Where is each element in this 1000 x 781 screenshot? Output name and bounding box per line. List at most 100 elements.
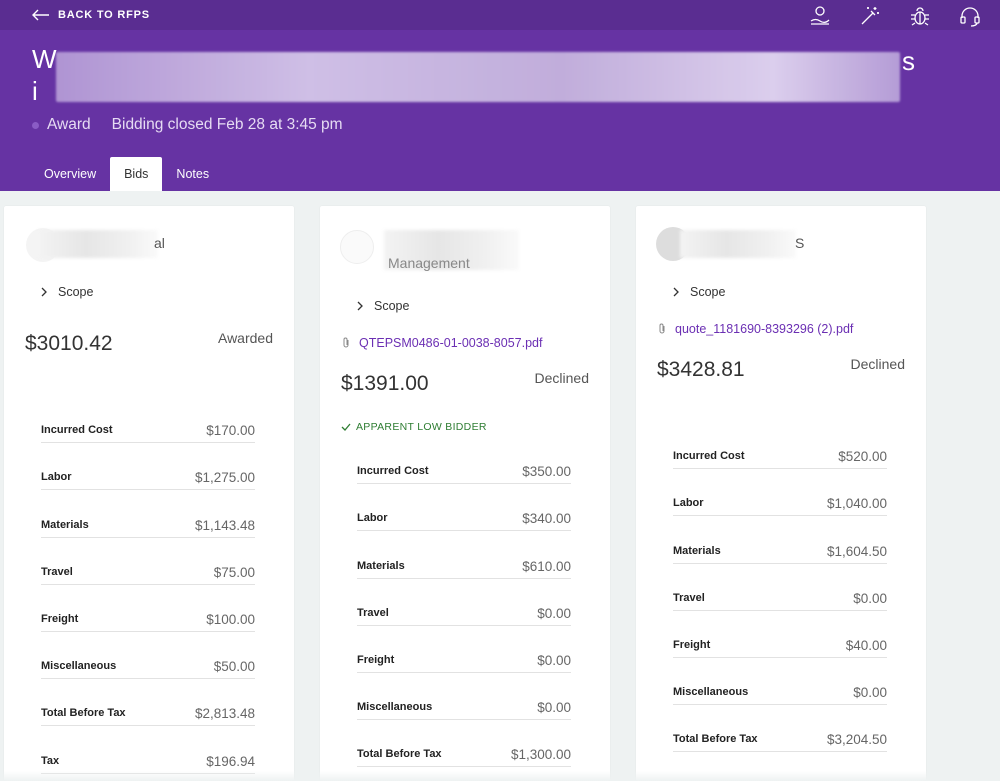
- rfp-header: W i s Award Bidding closed Feb 28 at 3:4…: [0, 30, 1000, 191]
- rfp-status-line: Award Bidding closed Feb 28 at 3:45 pm: [32, 116, 343, 134]
- cost-value: $50.00: [213, 659, 255, 675]
- arrow-left-icon: [32, 9, 49, 21]
- cost-label: Miscellaneous: [673, 686, 749, 699]
- bid-price: $1391.00: [341, 372, 429, 395]
- status-dot: [32, 121, 39, 129]
- cost-label: Freight: [41, 612, 79, 625]
- scope-toggle[interactable]: Scope: [356, 299, 409, 313]
- cost-value: $520.00: [838, 449, 887, 465]
- cost-value: $40.00: [845, 637, 887, 653]
- redacted-vendor-name: [38, 230, 158, 258]
- cost-value: $1,040.00: [826, 496, 887, 512]
- attachment-filename: quote_1181690-8393296 (2).pdf: [675, 322, 854, 336]
- cost-label: Labor: [41, 471, 72, 484]
- cost-breakdown: Incurred Cost $170.00 Labor $1,275.00 Mate…: [41, 396, 255, 774]
- title-fragment-second-line: i: [32, 76, 38, 106]
- paperclip-icon: [659, 323, 665, 334]
- headset-icon[interactable]: [958, 4, 982, 28]
- cost-value: $3,204.50: [826, 732, 887, 748]
- vendor-logo: [340, 230, 374, 264]
- cost-label: Incurred Cost: [357, 465, 429, 478]
- title-fragment-end: s: [902, 46, 915, 76]
- cost-row: Travel $75.00: [41, 538, 255, 585]
- cost-row: Miscellaneous $50.00: [41, 632, 255, 680]
- attachment-link[interactable]: quote_1181690-8393296 (2).pdf: [657, 322, 853, 336]
- cost-label: Incurred Cost: [673, 450, 745, 463]
- bid-status: Declined: [850, 356, 905, 372]
- cost-row: Incurred Cost $170.00: [41, 396, 255, 444]
- top-bar: BACK TO RFPS: [0, 0, 1000, 30]
- title-fragment-start: W: [32, 44, 57, 74]
- cost-label: Total Before Tax: [673, 733, 758, 746]
- vendor-name-fragment: al: [154, 235, 165, 251]
- bid-price: $3428.81: [657, 358, 745, 381]
- cost-row: Labor $1,275.00: [41, 443, 255, 491]
- cost-label: Travel: [673, 591, 705, 604]
- low-bidder-badge: APPARENT LOW BIDDER: [341, 421, 487, 433]
- scope-label: Scope: [58, 285, 94, 299]
- cost-label: Travel: [41, 565, 73, 578]
- scope-toggle[interactable]: Scope: [40, 285, 93, 299]
- status-label: Award: [47, 116, 91, 133]
- cost-row: Miscellaneous $0.00: [357, 673, 571, 721]
- back-label: BACK TO RFPS: [58, 9, 150, 21]
- low-bidder-label: APPARENT LOW BIDDER: [356, 421, 487, 433]
- cost-label: Total Before Tax: [41, 707, 126, 720]
- tab-bar: Overview Bids Notes: [30, 157, 223, 191]
- magic-wand-icon[interactable]: [858, 4, 882, 28]
- cost-row: Freight $40.00: [673, 611, 887, 658]
- vendor-name-fragment: Management: [388, 255, 470, 271]
- cost-row: Total Before Tax $1,300.00: [357, 720, 571, 768]
- cost-label: Materials: [41, 518, 89, 531]
- scope-toggle[interactable]: Scope: [672, 285, 725, 299]
- cost-value: $170.00: [206, 423, 255, 439]
- cost-row: Miscellaneous $0.00: [673, 658, 887, 706]
- cost-value: $0.00: [537, 605, 571, 621]
- attachment-link[interactable]: QTEPSM0486-01-0038-8057.pdf: [341, 336, 542, 350]
- cost-value: $1,300.00: [510, 747, 571, 763]
- chevron-right-icon: [357, 301, 363, 311]
- cost-row: Materials $1,604.50: [673, 516, 887, 564]
- cost-row: Travel $0.00: [673, 564, 887, 611]
- cost-value: $75.00: [213, 564, 255, 580]
- cost-label: Labor: [673, 497, 704, 510]
- chevron-right-icon: [41, 287, 47, 297]
- cost-value: $0.00: [853, 590, 887, 606]
- vendor-name-fragment: S: [795, 235, 805, 251]
- scope-label: Scope: [690, 285, 726, 299]
- back-to-rfps-link[interactable]: BACK TO RFPS: [32, 6, 150, 24]
- cost-row: Total Before Tax $3,204.50: [673, 705, 887, 753]
- cost-label: Labor: [357, 512, 388, 525]
- cost-value: $0.00: [537, 652, 571, 668]
- cost-row: Labor $340.00: [357, 484, 571, 532]
- cost-label: Travel: [357, 606, 389, 619]
- cost-row: Travel $0.00: [357, 579, 571, 626]
- cost-label: Tax: [41, 754, 60, 767]
- tab-overview[interactable]: Overview: [30, 157, 110, 191]
- bid-card: Management Scope QTEPSM0486-01-0038-8057…: [320, 206, 610, 781]
- bidding-closed-label: Bidding closed Feb 28 at 3:45 pm: [111, 116, 343, 133]
- cost-label: Miscellaneous: [41, 660, 117, 673]
- hand-coin-icon[interactable]: [808, 4, 832, 28]
- cost-label: Miscellaneous: [357, 701, 433, 714]
- cost-label: Incurred Cost: [41, 424, 113, 437]
- cost-label: Total Before Tax: [357, 748, 442, 761]
- cost-value: $1,143.48: [194, 517, 255, 533]
- redacted-vendor-name: [680, 230, 796, 258]
- cost-value: $350.00: [522, 464, 571, 480]
- bug-icon[interactable]: [908, 4, 932, 28]
- cost-label: Freight: [357, 653, 395, 666]
- paperclip-icon: [343, 337, 349, 348]
- cost-value: $610.00: [522, 558, 571, 574]
- chevron-right-icon: [673, 287, 679, 297]
- cost-label: Materials: [673, 544, 721, 557]
- cost-value: $100.00: [206, 611, 255, 627]
- top-icons: [808, 4, 982, 28]
- cost-row: Materials $1,143.48: [41, 490, 255, 538]
- tab-bids[interactable]: Bids: [110, 157, 163, 191]
- tab-notes[interactable]: Notes: [162, 157, 223, 191]
- cost-row: Labor $1,040.00: [673, 469, 887, 517]
- cost-label: Materials: [357, 559, 405, 572]
- scope-label: Scope: [374, 299, 410, 313]
- cost-row: Tax $196.94: [41, 726, 255, 774]
